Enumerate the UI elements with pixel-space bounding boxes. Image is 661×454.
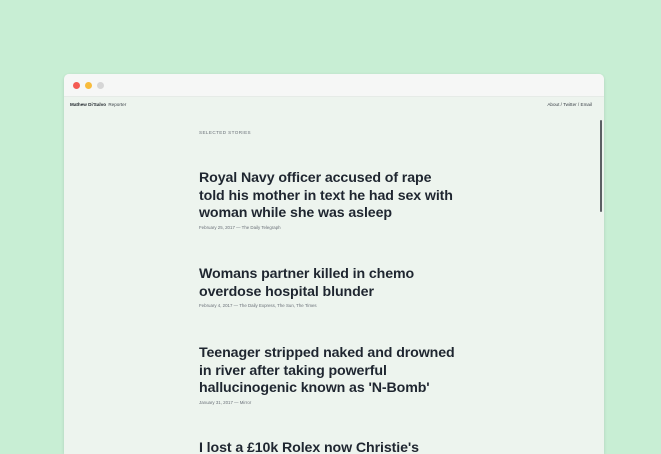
stories-section: SELECTED STORIES Royal Navy officer accu… (199, 130, 459, 454)
site-header: Mathew Di'Salvo Reporter About / Twitter… (70, 102, 598, 112)
story-title-link[interactable]: Royal Navy officer accused of rape told … (199, 170, 459, 223)
browser-window: Mathew Di'Salvo Reporter About / Twitter… (64, 74, 604, 454)
story-item: Royal Navy officer accused of rape told … (199, 170, 459, 230)
nav-link-email[interactable]: Email (581, 102, 593, 107)
author-role: Reporter (108, 102, 127, 107)
nav-link-twitter[interactable]: Twitter (563, 102, 577, 107)
story-title-link[interactable]: Teenager stripped naked and drowned in r… (199, 345, 459, 398)
story-title-link[interactable]: Womans partner killed in chemo overdose … (199, 266, 459, 301)
story-title-link[interactable]: I lost a £10k Rolex now Christie's (199, 440, 459, 454)
author-name: Mathew Di'Salvo (70, 102, 107, 107)
scrollbar-thumb[interactable] (600, 120, 602, 212)
site-brand[interactable]: Mathew Di'Salvo Reporter (70, 102, 126, 107)
site-nav: About / Twitter / Email (547, 102, 592, 107)
close-window-button[interactable] (73, 82, 80, 89)
story-meta: February 25, 2017 — The Daily Telegraph (199, 224, 281, 230)
zoom-window-button[interactable] (97, 82, 104, 89)
window-titlebar (64, 74, 604, 97)
section-label: SELECTED STORIES (199, 130, 252, 135)
nav-link-about[interactable]: About (547, 102, 559, 107)
story-meta: February 4, 2017 — The Daily Express, Th… (199, 303, 317, 309)
story-meta: January 31, 2017 — Mirror (199, 399, 252, 405)
story-item: Teenager stripped naked and drowned in r… (199, 345, 459, 405)
minimize-window-button[interactable] (85, 82, 92, 89)
story-item: Womans partner killed in chemo overdose … (199, 266, 459, 308)
story-item: I lost a £10k Rolex now Christie's (199, 440, 459, 454)
